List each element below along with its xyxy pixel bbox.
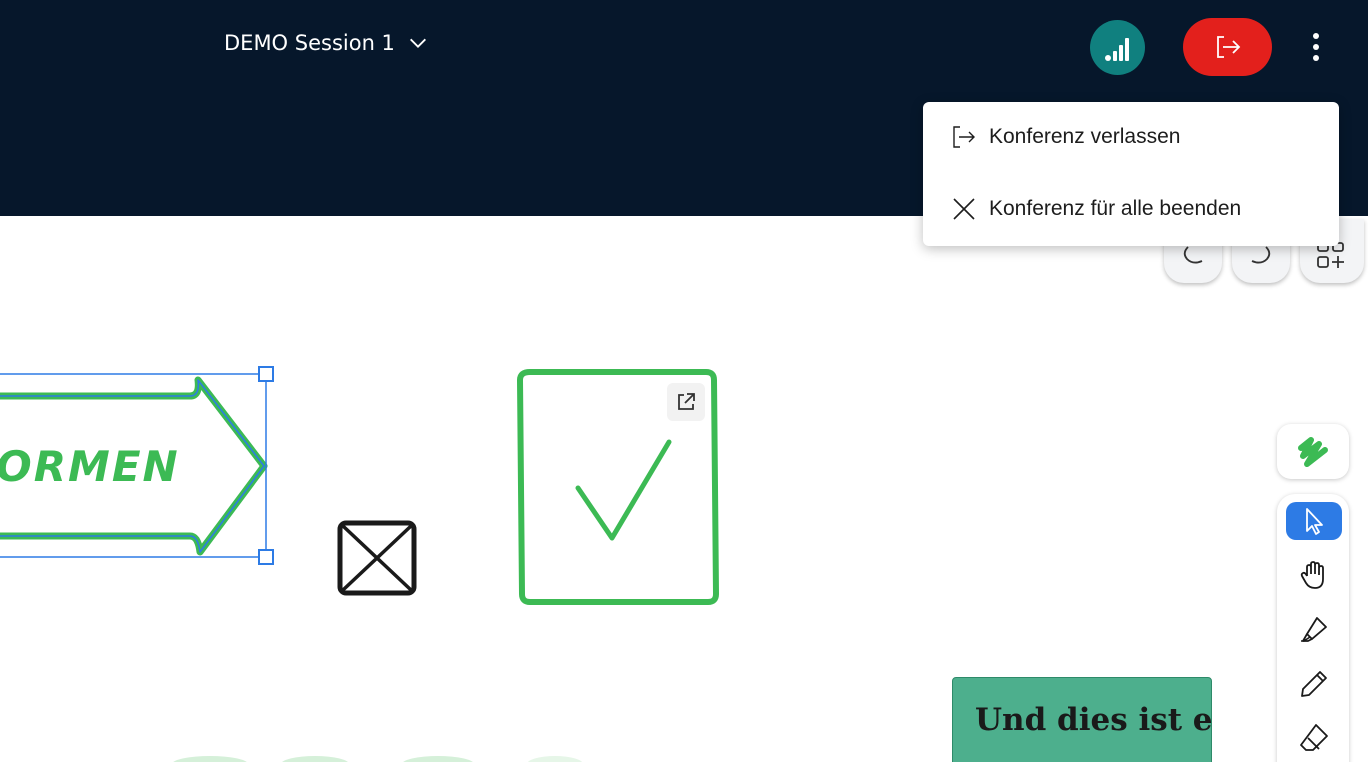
color-picker-button[interactable]	[1277, 424, 1349, 479]
signal-bars-icon	[1104, 37, 1129, 61]
more-dot	[1313, 55, 1319, 61]
undo-icon	[1183, 246, 1203, 264]
leave-icon	[953, 126, 975, 148]
decorative-shapes	[173, 756, 583, 762]
sticky-note[interactable]: Und dies ist eine	[952, 677, 1212, 762]
resize-handle[interactable]	[258, 549, 274, 565]
pen-tool[interactable]	[1286, 665, 1342, 703]
external-link-icon	[678, 393, 695, 410]
arrow-label: ORMEN	[0, 442, 180, 491]
whiteboard-canvas[interactable]: ORMEN Und dies ist eine	[0, 216, 1368, 762]
highlighter-tool[interactable]	[1286, 611, 1342, 649]
menu-item-label: Konferenz für alle beenden	[989, 197, 1242, 220]
menu-item-leave-conference[interactable]: Konferenz verlassen	[923, 107, 1339, 167]
more-dot	[1313, 44, 1319, 50]
pencil-icon	[1301, 671, 1327, 697]
hand-icon	[1300, 561, 1324, 589]
marker-stroke-icon	[1298, 436, 1328, 467]
drawing-toolbar	[1277, 494, 1349, 762]
connection-quality-button[interactable]	[1090, 20, 1145, 75]
session-selector[interactable]: DEMO Session 1	[224, 31, 429, 55]
chevron-down-icon	[409, 38, 426, 48]
hand-tool[interactable]	[1286, 556, 1342, 594]
session-title: DEMO Session 1	[224, 31, 395, 55]
menu-item-end-for-all[interactable]: Konferenz für alle beenden	[923, 179, 1339, 239]
more-options-button[interactable]	[1300, 27, 1332, 67]
eraser-tool[interactable]	[1286, 718, 1342, 756]
close-icon	[953, 198, 975, 220]
redo-icon	[1251, 246, 1271, 264]
resize-handle[interactable]	[258, 366, 274, 382]
leave-icon	[1216, 36, 1240, 58]
menu-item-label: Konferenz verlassen	[989, 125, 1181, 148]
cursor-arrow-icon	[1306, 508, 1323, 535]
highlighter-icon	[1301, 617, 1327, 642]
more-dot	[1313, 33, 1319, 39]
eraser-icon	[1300, 724, 1328, 751]
open-link-button[interactable]	[667, 383, 705, 421]
conference-menu: Konferenz verlassen Konferenz für alle b…	[923, 102, 1339, 246]
leave-conference-button[interactable]	[1183, 18, 1272, 76]
select-tool[interactable]	[1286, 502, 1342, 540]
sticky-note-text: Und dies ist eine	[975, 702, 1212, 738]
image-placeholder-icon[interactable]	[337, 520, 417, 596]
